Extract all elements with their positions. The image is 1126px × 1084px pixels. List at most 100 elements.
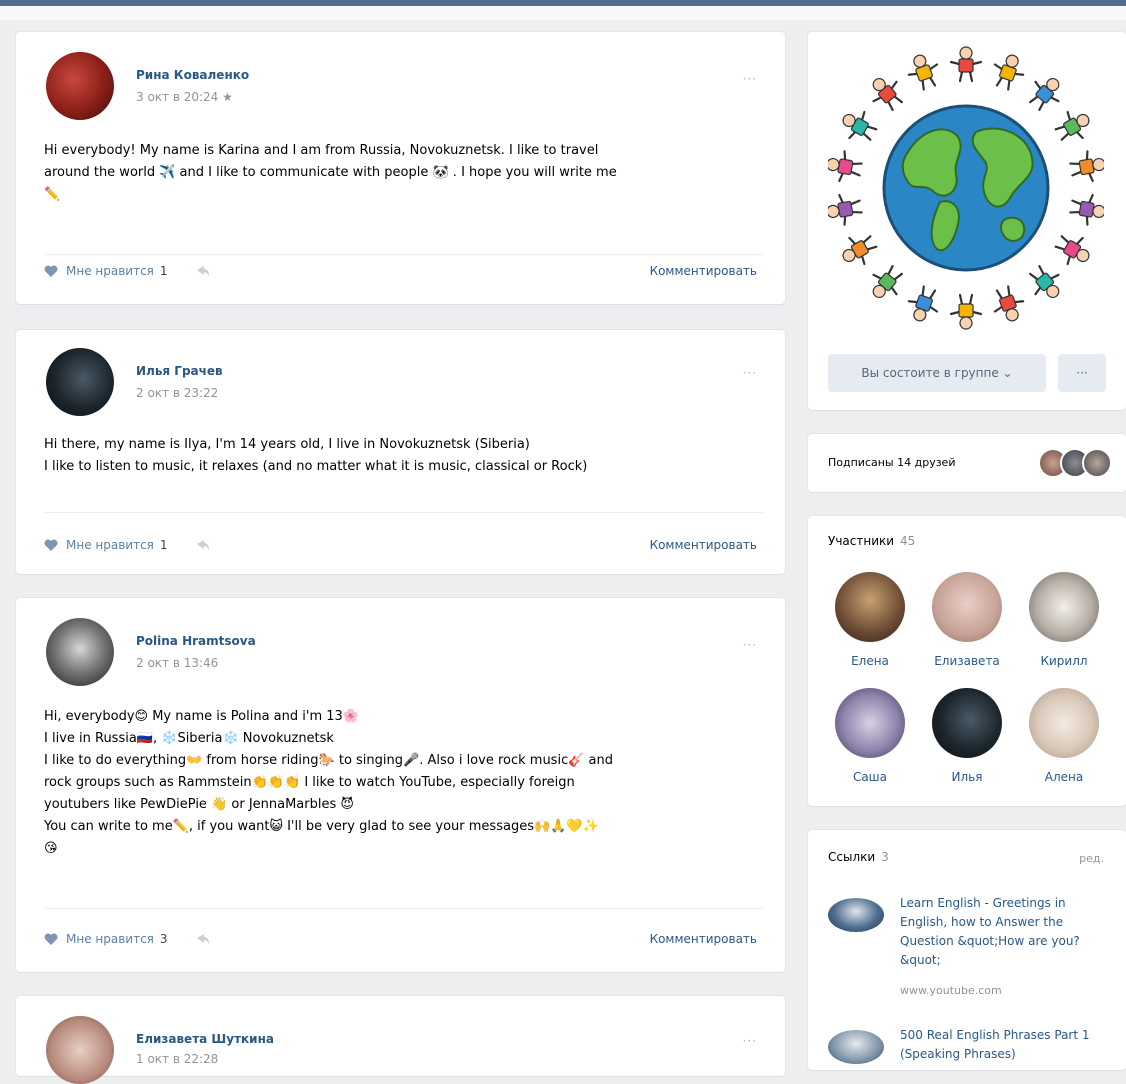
- child-figure: [828, 150, 863, 183]
- share-icon[interactable]: [196, 265, 210, 277]
- group-cover-block: Вы состоите в группе ⌄ ···: [808, 32, 1126, 410]
- like-button[interactable]: Мне нравится 1: [44, 264, 210, 278]
- child-figure: [842, 235, 878, 266]
- link-title[interactable]: Learn English - Greetings in English, ho…: [900, 894, 1110, 970]
- avatar[interactable]: [46, 52, 114, 120]
- divider: [44, 908, 763, 909]
- link-title[interactable]: 500 Real English Phrases Part 1 (Speakin…: [900, 1026, 1110, 1064]
- divider: [44, 254, 763, 255]
- member-name: Елизавета: [934, 654, 1000, 668]
- child-figure: [1054, 110, 1090, 141]
- member-item[interactable]: Саша: [825, 688, 915, 784]
- child-figure: [1069, 150, 1104, 183]
- links-title-text: Ссылки: [828, 850, 876, 864]
- like-count: 1: [159, 538, 168, 552]
- post-menu-button[interactable]: ···: [743, 638, 757, 652]
- member-item[interactable]: Илья: [922, 688, 1012, 784]
- child-figure: [993, 285, 1025, 322]
- comment-button[interactable]: Комментировать: [650, 538, 757, 552]
- avatar[interactable]: [46, 1016, 114, 1084]
- group-more-button[interactable]: ···: [1058, 354, 1106, 392]
- child-figure: [907, 285, 939, 322]
- member-photo: [835, 688, 905, 758]
- post-author[interactable]: Елизавета Шуткина: [136, 1032, 274, 1046]
- child-figure: [907, 54, 939, 91]
- child-figure: [872, 77, 903, 111]
- share-icon[interactable]: [196, 933, 210, 945]
- post-date[interactable]: 2 окт в 23:22: [136, 386, 218, 400]
- links-title[interactable]: Ссылки 3: [828, 850, 889, 864]
- link-thumbnail[interactable]: [828, 898, 884, 932]
- like-label: Мне нравится: [66, 264, 154, 278]
- group-cover-image[interactable]: [828, 42, 1104, 334]
- member-photo: [835, 572, 905, 642]
- members-title-text: Участники: [828, 534, 895, 548]
- post-author[interactable]: Илья Грачев: [136, 364, 223, 378]
- avatar[interactable]: [46, 618, 114, 686]
- links-count: 3: [881, 850, 889, 864]
- post-author[interactable]: Polina Hramtsova: [136, 634, 256, 648]
- member-name: Елена: [851, 654, 889, 668]
- child-figure: [949, 293, 983, 330]
- post-menu-button[interactable]: ···: [743, 366, 757, 380]
- child-figure: [842, 110, 878, 141]
- member-name: Саша: [852, 770, 888, 784]
- post-author[interactable]: Рина Коваленко: [136, 68, 249, 82]
- member-photo: [932, 572, 1002, 642]
- like-label: Мне нравится: [66, 932, 154, 946]
- link-thumbnail[interactable]: [828, 1030, 884, 1064]
- post-menu-button[interactable]: ···: [743, 72, 757, 86]
- member-name: Кирилл: [1040, 654, 1088, 668]
- like-button[interactable]: Мне нравится 3: [44, 932, 210, 946]
- subscribed-friends-label: Подписаны 14 друзей: [828, 456, 956, 469]
- child-figure: [1029, 265, 1060, 299]
- divider: [44, 512, 763, 513]
- member-item[interactable]: Кирилл: [1019, 572, 1109, 668]
- membership-dropdown-button[interactable]: Вы состоите в группе ⌄: [828, 354, 1046, 392]
- links-block: Ссылки 3 ред. Learn English - Greetings i…: [808, 830, 1126, 1070]
- comment-button[interactable]: Комментировать: [650, 932, 757, 946]
- post-text-line: You can write to me✏️, if you want😺 I'll…: [44, 819, 599, 834]
- top-strip: [0, 6, 1126, 20]
- post-text: Hi there, my name is Ilya, I'm 14 years …: [44, 434, 763, 478]
- like-label: Мне нравится: [66, 538, 154, 552]
- post-text-line: ✏️: [44, 187, 61, 202]
- post-text-line: I like to do everything👐 from horse ridi…: [44, 753, 613, 768]
- post-text: Hi everybody! My name is Karina and I am…: [44, 140, 763, 206]
- wall-post: Рина Коваленко 3 окт в 20:24 ★ ··· Hi ev…: [16, 32, 785, 304]
- links-edit-button[interactable]: ред.: [1079, 852, 1104, 865]
- post-date[interactable]: 1 окт в 22:28: [136, 1052, 218, 1066]
- like-button[interactable]: Мне нравится 1: [44, 538, 210, 552]
- members-block: Участники 45 Елена Елизавета Кирилл Саша …: [808, 516, 1126, 806]
- subscribed-friends-block[interactable]: Подписаны 14 друзей: [808, 434, 1126, 492]
- post-text-line: I like to listen to music, it relaxes (a…: [44, 459, 588, 474]
- wall-post: Елизавета Шуткина 1 окт в 22:28 ···: [16, 996, 785, 1084]
- post-text-line: Hi, everybody😊 My name is Polina and i'm…: [44, 709, 359, 724]
- comment-button[interactable]: Комментировать: [650, 264, 757, 278]
- post-text-line: rock groups such as Rammstein👏👏👏 I like …: [44, 775, 575, 790]
- member-item[interactable]: Елизавета: [922, 572, 1012, 668]
- post-text-line: around the world ✈️ and I like to commun…: [44, 165, 617, 180]
- like-count: 3: [159, 932, 168, 946]
- post-date[interactable]: 3 окт в 20:24 ★: [136, 90, 233, 104]
- link-item[interactable]: 500 Real English Phrases Part 1 (Speakin…: [828, 1026, 1104, 1066]
- members-title[interactable]: Участники 45: [828, 534, 915, 548]
- post-text-line: I live in Russia🇷🇺, ❄️Siberia❄️ Novokuzn…: [44, 731, 334, 746]
- heart-icon: [44, 265, 58, 277]
- member-photo: [932, 688, 1002, 758]
- post-text: Hi, everybody😊 My name is Polina and i'm…: [44, 706, 763, 860]
- share-icon[interactable]: [196, 539, 210, 551]
- wall-post: Илья Грачев 2 окт в 23:22 ··· Hi there, …: [16, 330, 785, 574]
- member-item[interactable]: Елена: [825, 572, 915, 668]
- member-photo: [1029, 688, 1099, 758]
- heart-icon: [44, 933, 58, 945]
- post-date[interactable]: 2 окт в 13:46: [136, 656, 218, 670]
- child-figure: [872, 265, 903, 299]
- avatar[interactable]: [46, 348, 114, 416]
- link-url: www.youtube.com: [900, 984, 1002, 997]
- like-count: 1: [159, 264, 168, 278]
- post-menu-button[interactable]: ···: [743, 1034, 757, 1048]
- member-name: Алена: [1044, 770, 1084, 784]
- link-item[interactable]: Learn English - Greetings in English, ho…: [828, 894, 1104, 1014]
- member-item[interactable]: Алена: [1019, 688, 1109, 784]
